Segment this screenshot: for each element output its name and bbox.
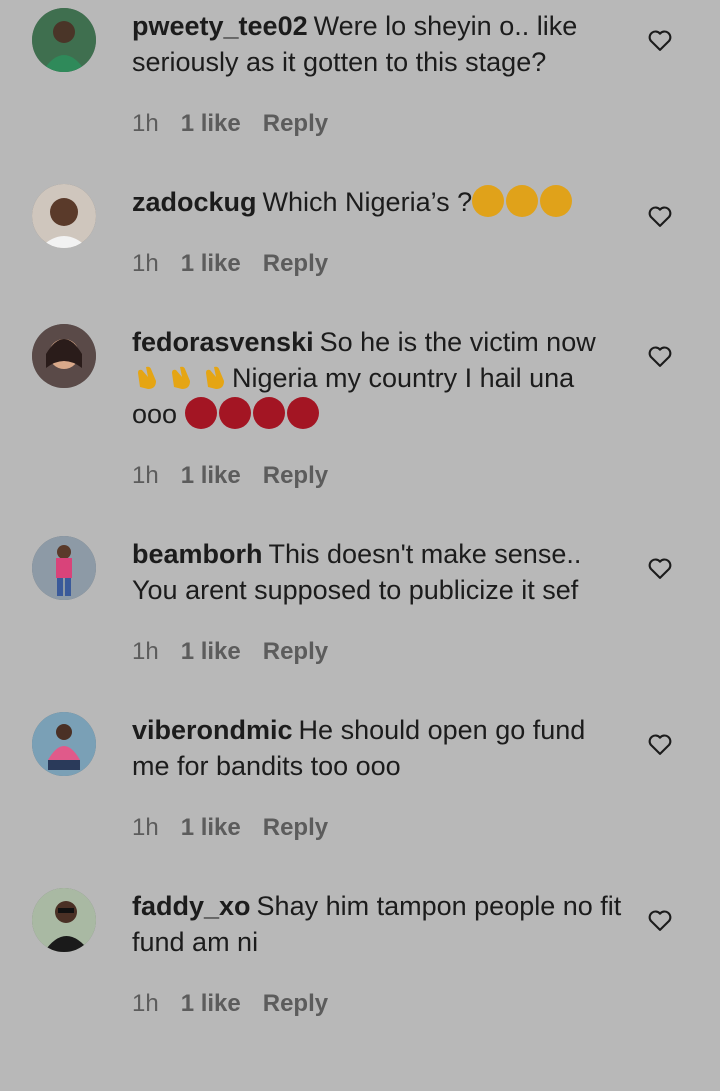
heart-icon[interactable] bbox=[646, 906, 674, 934]
angry-face-emoji-icon bbox=[184, 397, 217, 429]
clapping-hands-emoji-icon bbox=[132, 361, 164, 393]
heart-icon[interactable] bbox=[646, 26, 674, 54]
comment-likes[interactable]: 1 like bbox=[181, 638, 241, 666]
angry-face-emoji-icon bbox=[252, 397, 285, 429]
comment-item: pweety_tee02 Were lo sheyin o.. like seri… bbox=[0, 2, 720, 152]
clapping-hands-emoji-icon bbox=[200, 361, 232, 393]
avatar[interactable] bbox=[32, 536, 96, 600]
reply-button[interactable]: Reply bbox=[263, 462, 328, 490]
comment-meta: 1h 1 like Reply bbox=[132, 638, 328, 666]
avatar-image-icon bbox=[32, 8, 96, 72]
comment-body: ooo bbox=[132, 399, 178, 429]
comment-likes[interactable]: 1 like bbox=[181, 814, 241, 842]
reply-button[interactable]: Reply bbox=[263, 814, 328, 842]
heart-icon[interactable] bbox=[646, 202, 674, 230]
comment-item: faddy_xo Shay him tampon people no fit fu… bbox=[0, 882, 720, 1032]
avatar-image-icon bbox=[32, 712, 96, 776]
comment-time: 1h bbox=[132, 250, 159, 277]
comment-username[interactable]: faddy_xo bbox=[132, 891, 251, 921]
reply-button[interactable]: Reply bbox=[263, 990, 328, 1018]
comment-body: So he is the victim now bbox=[319, 327, 596, 357]
heart-icon[interactable] bbox=[646, 730, 674, 758]
comment-item: viberondmic He should open go fund me for… bbox=[0, 706, 720, 856]
comment-username[interactable]: zadockug bbox=[132, 187, 257, 217]
comment-username[interactable]: fedorasvenski bbox=[132, 327, 314, 357]
angry-face-emoji-icon bbox=[218, 397, 251, 429]
avatar[interactable] bbox=[32, 324, 96, 388]
reply-button[interactable]: Reply bbox=[263, 638, 328, 666]
comment-time: 1h bbox=[132, 110, 159, 137]
comment-likes[interactable]: 1 like bbox=[181, 462, 241, 490]
avatar[interactable] bbox=[32, 8, 96, 72]
comment-meta: 1h 1 like Reply bbox=[132, 462, 328, 490]
comment-text: fedorasvenski So he is the victim now Nig… bbox=[132, 324, 622, 432]
reply-button[interactable]: Reply bbox=[263, 110, 328, 138]
comment-item: beamborh This doesn't make sense.. You ar… bbox=[0, 530, 720, 680]
comment-time: 1h bbox=[132, 814, 159, 841]
comment-body: Nigeria my country I hail una bbox=[232, 363, 575, 393]
comment-time: 1h bbox=[132, 462, 159, 489]
comment-likes[interactable]: 1 like bbox=[181, 110, 241, 138]
comment-time: 1h bbox=[132, 990, 159, 1017]
avatar[interactable] bbox=[32, 888, 96, 952]
comment-text: viberondmic He should open go fund me for… bbox=[132, 712, 622, 784]
comment-meta: 1h 1 like Reply bbox=[132, 110, 328, 138]
comment-time: 1h bbox=[132, 638, 159, 665]
comment-username[interactable]: pweety_tee02 bbox=[132, 11, 308, 41]
comment-text: faddy_xo Shay him tampon people no fit fu… bbox=[132, 888, 622, 960]
comment-username[interactable]: viberondmic bbox=[132, 715, 293, 745]
avatar-image-icon bbox=[32, 888, 96, 952]
avatar[interactable] bbox=[32, 184, 96, 248]
comment-text: beamborh This doesn't make sense.. You ar… bbox=[132, 536, 622, 608]
comment-item: fedorasvenski So he is the victim now Nig… bbox=[0, 318, 720, 498]
clapping-hands-emoji-icon bbox=[166, 361, 198, 393]
comment-meta: 1h 1 like Reply bbox=[132, 814, 328, 842]
laughing-emoji-icon bbox=[506, 185, 539, 217]
comment-likes[interactable]: 1 like bbox=[181, 990, 241, 1018]
avatar-image-icon bbox=[32, 324, 96, 388]
angry-face-emoji-icon bbox=[286, 397, 319, 429]
laughing-emoji-icon bbox=[472, 185, 505, 217]
avatar-image-icon bbox=[32, 184, 96, 248]
heart-icon[interactable] bbox=[646, 554, 674, 582]
comment-body: Which Nigeria’s ? bbox=[262, 187, 473, 217]
laughing-emoji-icon bbox=[540, 185, 573, 217]
comment-username[interactable]: beamborh bbox=[132, 539, 263, 569]
comment-text: pweety_tee02 Were lo sheyin o.. like seri… bbox=[132, 8, 622, 80]
reply-button[interactable]: Reply bbox=[263, 250, 328, 278]
comment-meta: 1h 1 like Reply bbox=[132, 250, 328, 278]
comment-meta: 1h 1 like Reply bbox=[132, 990, 328, 1018]
comment-item: zadockug Which Nigeria’s ? 1h 1 like Repl… bbox=[0, 178, 720, 288]
avatar-image-icon bbox=[32, 536, 96, 600]
comment-likes[interactable]: 1 like bbox=[181, 250, 241, 278]
comment-text: zadockug Which Nigeria’s ? bbox=[132, 184, 622, 220]
heart-icon[interactable] bbox=[646, 342, 674, 370]
avatar[interactable] bbox=[32, 712, 96, 776]
